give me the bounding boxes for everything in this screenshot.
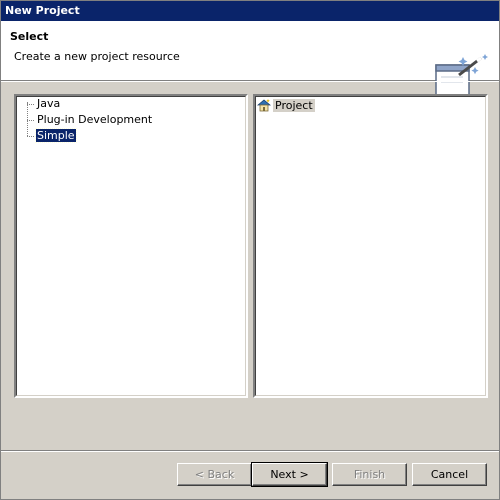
wizard-list[interactable]: Project bbox=[253, 94, 488, 398]
tree-item-label: Plug-in Development bbox=[37, 113, 153, 126]
wizard-tree[interactable]: Java Plug-in Development Simple bbox=[14, 94, 248, 398]
cancel-button[interactable]: Cancel bbox=[412, 463, 487, 486]
finish-button[interactable]: Finish bbox=[332, 463, 407, 486]
tree-item-plugin-development[interactable]: Plug-in Development bbox=[36, 112, 153, 128]
next-button[interactable]: Next > bbox=[251, 462, 328, 487]
tree-item-label: Java bbox=[37, 97, 61, 110]
list-item-project[interactable]: Project bbox=[257, 98, 315, 114]
tree-item-java[interactable]: Java bbox=[36, 96, 61, 112]
window-title: New Project bbox=[5, 4, 80, 17]
banner-title: Select bbox=[10, 30, 49, 43]
new-project-dialog: New Project Select Create a new project … bbox=[0, 0, 500, 500]
new-wizard-icon bbox=[435, 54, 488, 96]
list-item-label: Project bbox=[273, 99, 315, 112]
banner-separator bbox=[1, 81, 499, 82]
tree-item-label: Simple bbox=[35, 128, 77, 143]
tree-item-simple[interactable]: Simple bbox=[35, 128, 77, 144]
banner-description: Create a new project resource bbox=[14, 50, 180, 63]
back-button[interactable]: < Back bbox=[177, 463, 252, 486]
wizard-banner: Select Create a new project resource bbox=[1, 21, 499, 96]
title-bar[interactable]: New Project bbox=[1, 1, 499, 21]
project-icon bbox=[257, 99, 271, 112]
